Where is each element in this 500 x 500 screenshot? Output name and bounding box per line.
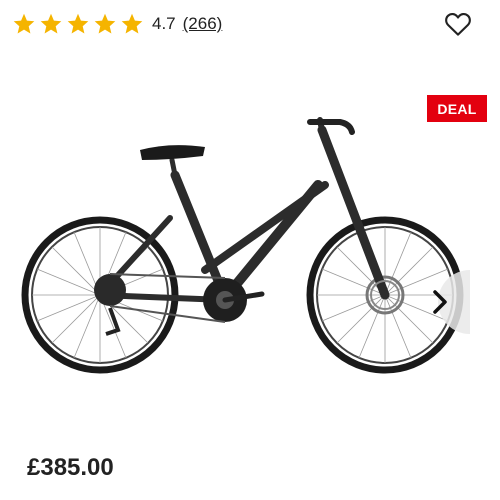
bicycle-image: [21, 117, 464, 374]
next-image-button[interactable]: [420, 270, 470, 334]
star-icon: [39, 12, 63, 36]
star-icon: [93, 12, 117, 36]
rating-summary: 4.7 (266): [12, 10, 222, 38]
star-rating: [12, 12, 144, 36]
wishlist-button[interactable]: [443, 9, 473, 39]
rating-value: 4.7: [152, 14, 176, 33]
review-count-link[interactable]: (266): [183, 14, 223, 34]
star-icon: [12, 12, 36, 36]
deal-badge: DEAL: [427, 95, 487, 122]
heart-outline-icon: [445, 13, 471, 36]
product-price: £385.00: [27, 454, 114, 481]
star-icon: [66, 12, 90, 36]
product-image-gallery[interactable]: [0, 50, 500, 440]
chevron-right-icon: [433, 270, 470, 334]
star-icon: [120, 12, 144, 36]
